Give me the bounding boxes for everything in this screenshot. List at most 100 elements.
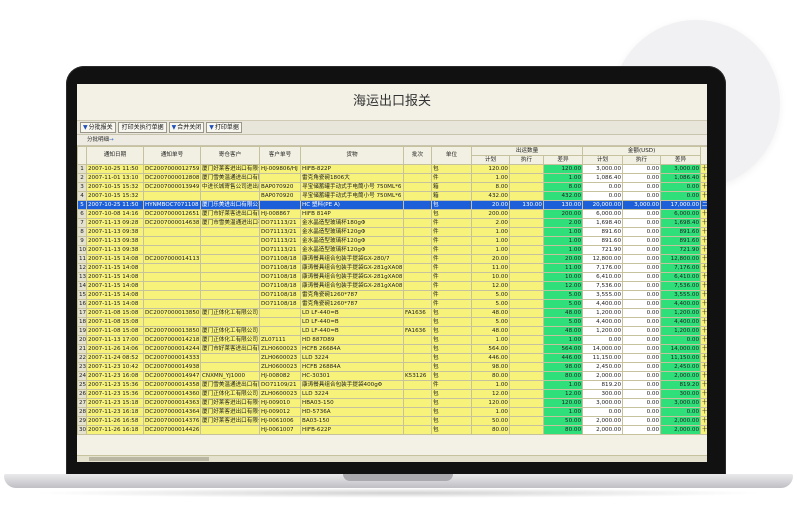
table-cell[interactable]: 中进长城寄售公司进出口公司 (200, 182, 260, 192)
table-cell[interactable]: 包 (431, 398, 472, 408)
table-cell[interactable]: 0.00 (660, 335, 702, 345)
table-cell[interactable]: 20.00 (542, 254, 584, 264)
table-cell[interactable]: 包 (431, 389, 472, 399)
table-cell[interactable]: 1,200.00 (582, 308, 624, 318)
table-cell[interactable]: 箱 (431, 182, 472, 192)
table-cell[interactable]: 0.00 (622, 362, 662, 372)
table-cell[interactable]: 0.00 (582, 191, 624, 201)
table-cell[interactable]: DO71113/21 (259, 236, 301, 246)
table-cell[interactable]: 箱 (431, 191, 472, 201)
toolbar-button-0[interactable]: ▼ 分批报关 (80, 122, 116, 133)
table-cell[interactable]: 20 (77, 335, 87, 345)
table-cell[interactable] (200, 281, 260, 291)
table-cell[interactable]: DC2007000014364 (143, 407, 201, 417)
table-cell[interactable]: 12 (77, 263, 87, 273)
table-row[interactable]: 6 2007-10-08 14:16 DC2007000012651 厦门市好莱客进出… (77, 209, 707, 219)
table-cell[interactable] (403, 299, 432, 309)
table-cell[interactable]: DC2007000014113 (143, 254, 201, 264)
table-cell[interactable]: 1.00 (471, 380, 510, 390)
table-cell[interactable] (403, 164, 432, 174)
table-cell[interactable] (509, 317, 544, 327)
table-cell[interactable]: HJ-008082 (259, 371, 301, 381)
table-cell[interactable]: 80.00 (542, 425, 584, 435)
table-row[interactable]: 21 2007-11-26 14:06 DC2007000014244 厦门市好莱客进… (77, 344, 707, 354)
table-cell[interactable]: 0.00 (622, 290, 662, 300)
table-cell[interactable]: 十 (700, 236, 707, 246)
table-cell[interactable]: 1.00 (542, 173, 584, 183)
table-cell[interactable]: 721.90 (582, 245, 624, 255)
table-cell[interactable] (403, 272, 432, 282)
table-cell[interactable]: 7,536.00 (660, 281, 702, 291)
table-cell[interactable]: 120.00 (471, 164, 510, 174)
table-cell[interactable]: 件 (431, 254, 472, 264)
table-cell[interactable]: HIFB 814P (300, 209, 404, 219)
table-cell[interactable]: 0.00 (622, 380, 662, 390)
table-cell[interactable]: 0.00 (622, 371, 662, 381)
table-cell[interactable]: 康涛餐具组合包装手提袋GX-281gXA08 (300, 281, 404, 291)
table-cell[interactable]: HJ-009010 (259, 398, 301, 408)
table-cell[interactable]: 金水晶造型玻璃杯120gΦ (300, 236, 404, 246)
table-cell[interactable]: DC2007000014363 (143, 398, 201, 408)
table-cell[interactable]: 8.00 (542, 182, 584, 192)
table-row[interactable]: 20 2007-11-13 17:00 DC2007000014218 厦门正体化工有… (77, 335, 707, 345)
table-row[interactable]: 4 2007-10-15 15:32 BAP070920 寻宝储蓄罐手动式手电筒小号 … (77, 191, 707, 201)
table-cell[interactable]: 5.00 (542, 317, 584, 327)
table-cell[interactable]: 0.00 (622, 209, 662, 219)
table-cell[interactable]: 26 (77, 389, 87, 399)
table-cell[interactable] (509, 182, 544, 192)
table-cell[interactable] (403, 182, 432, 192)
table-cell[interactable]: 十 (700, 407, 707, 417)
table-cell[interactable]: 十 (700, 362, 707, 372)
table-cell[interactable] (200, 191, 260, 201)
table-cell[interactable] (143, 236, 201, 246)
table-cell[interactable]: HJ-0061006 (259, 416, 301, 426)
table-cell[interactable] (403, 335, 432, 345)
table-cell[interactable]: 15 (77, 290, 87, 300)
table-cell[interactable]: 1.00 (471, 407, 510, 417)
table-row[interactable]: 5 2007-10-25 11:50 HYNMBOC7071108 厦门乐美进出口有限… (77, 200, 707, 210)
table-cell[interactable]: 件 (431, 236, 472, 246)
table-cell[interactable]: 2007-10-08 14:16 (86, 209, 144, 219)
table-cell[interactable]: HJ-0061007 (259, 425, 301, 435)
table-cell[interactable]: 3 (77, 182, 87, 192)
table-cell[interactable]: 120.00 (542, 398, 584, 408)
table-cell[interactable] (143, 317, 201, 327)
table-cell[interactable] (259, 326, 301, 336)
table-cell[interactable]: HCFB 26884A (300, 362, 404, 372)
table-cell[interactable]: 11.00 (471, 263, 510, 273)
table-row[interactable]: 9 2007-11-13 09:38 DO71113/21 金水晶造型玻璃杯120gΦ… (77, 236, 707, 246)
table-cell[interactable]: DC2007000014947 (143, 371, 201, 381)
table-cell[interactable]: 2007-11-15 14:08 (86, 290, 144, 300)
table-cell[interactable] (403, 380, 432, 390)
table-cell[interactable] (509, 308, 544, 318)
table-cell[interactable]: 2007-11-15 14:08 (86, 281, 144, 291)
table-cell[interactable] (403, 191, 432, 201)
table-cell[interactable]: 1.00 (542, 407, 584, 417)
table-cell[interactable]: 十 (700, 227, 707, 237)
table-cell[interactable] (509, 245, 544, 255)
table-cell[interactable]: DC2007000014218 (143, 335, 201, 345)
table-cell[interactable]: 432.00 (471, 191, 510, 201)
table-cell[interactable]: 0.00 (622, 218, 662, 228)
table-cell[interactable]: 5.00 (471, 317, 510, 327)
table-cell[interactable] (200, 290, 260, 300)
table-cell[interactable]: 金水晶造型玻璃杯120gΦ (300, 227, 404, 237)
table-cell[interactable]: 1.00 (471, 335, 510, 345)
table-cell[interactable]: 12.00 (542, 389, 584, 399)
table-cell[interactable]: 厦门好莱客进出口有限公司 (200, 398, 260, 408)
table-cell[interactable]: 0.00 (622, 191, 662, 201)
table-cell[interactable]: 3,000.00 (582, 398, 624, 408)
table-cell[interactable]: 17 (77, 308, 87, 318)
table-cell[interactable]: 2007-11-24 08:52 (86, 353, 144, 363)
table-cell[interactable]: 2007-11-08 15:08 (86, 326, 144, 336)
table-cell[interactable]: DC2007000014358 (143, 380, 201, 390)
table-cell[interactable] (509, 281, 544, 291)
table-cell[interactable]: 3,000.00 (622, 200, 662, 210)
table-cell[interactable]: 2007-11-23 16:08 (86, 371, 144, 381)
table-cell[interactable]: 2007-11-13 09:38 (86, 245, 144, 255)
table-cell[interactable]: 11,150.00 (582, 353, 624, 363)
table-cell[interactable]: 200.00 (471, 209, 510, 219)
table-cell[interactable]: 十 (700, 380, 707, 390)
table-cell[interactable]: 25 (77, 380, 87, 390)
table-cell[interactable] (403, 389, 432, 399)
